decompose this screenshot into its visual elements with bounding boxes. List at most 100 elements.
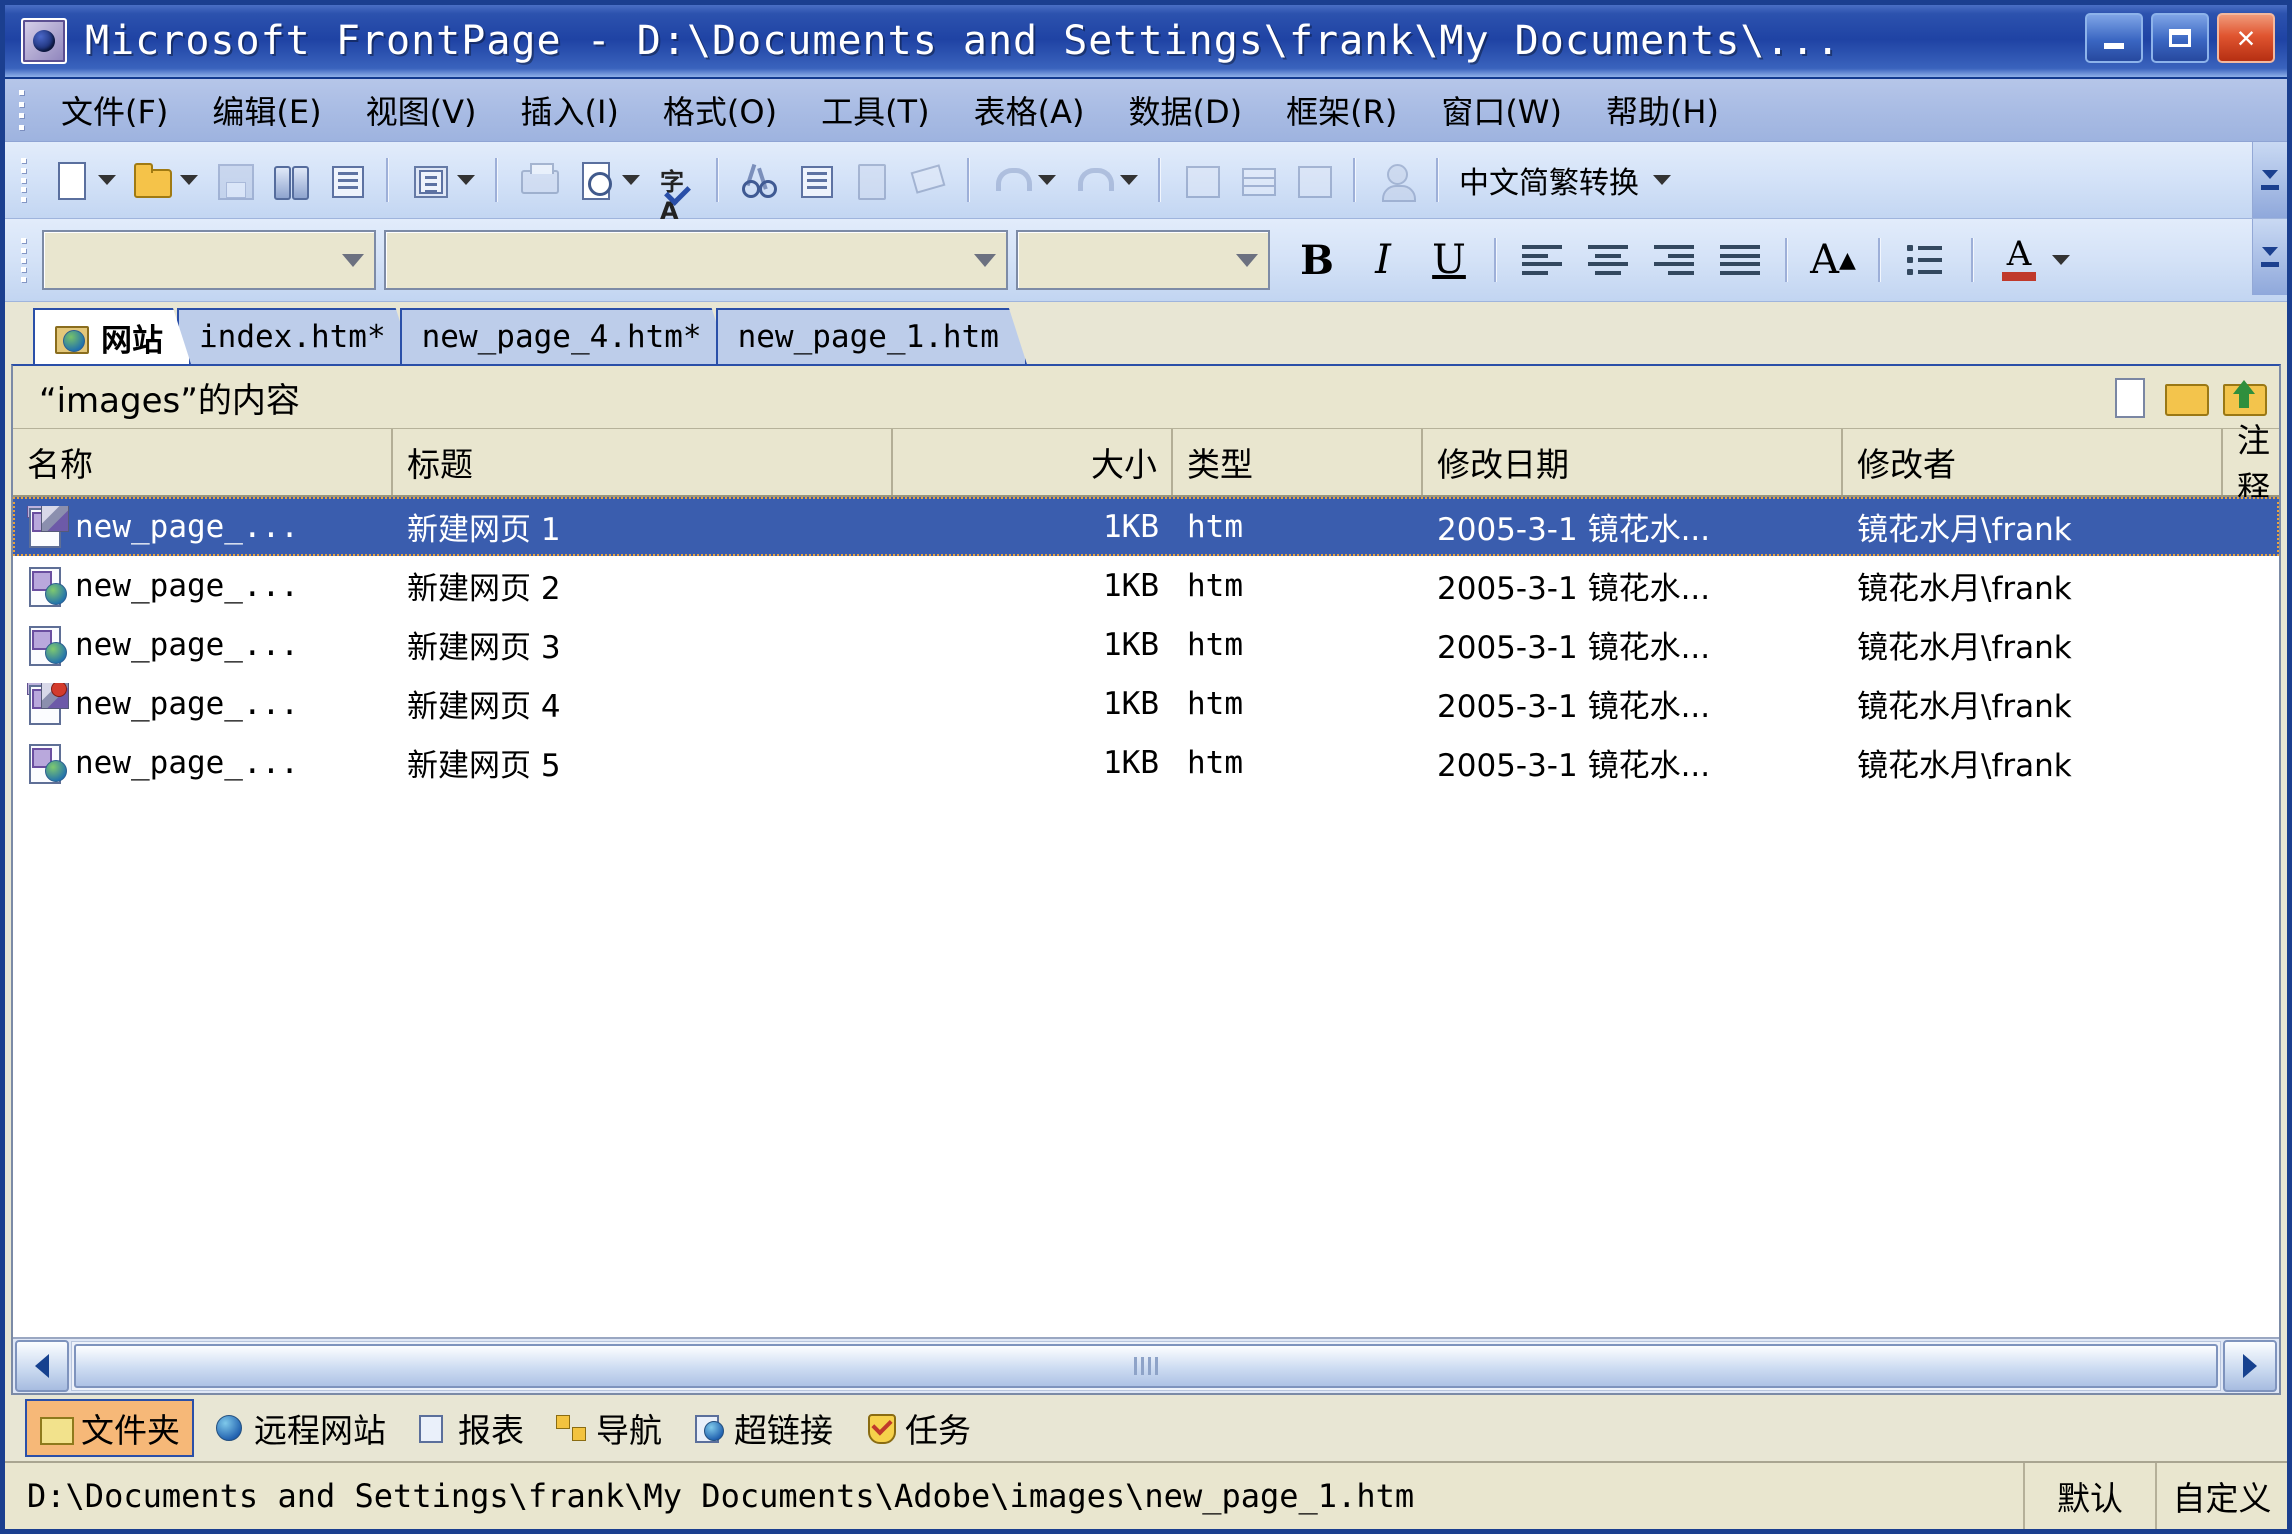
new-page-icon[interactable] [2107,378,2149,418]
menu-data[interactable]: 数据(D) [1106,83,1264,137]
format-painter-button[interactable] [901,154,953,206]
menu-insert[interactable]: 插入(I) [498,83,640,137]
table-row[interactable]: new_page_... 新建网页 5 1KB htm 2005-3-1 镜花水… [13,733,2279,792]
style-combo[interactable] [42,230,376,290]
view-tasks[interactable]: 任务 [851,1401,983,1455]
paste-button[interactable] [845,154,897,206]
table-row[interactable]: new_page_... 新建网页 2 1KB htm 2005-3-1 镜花水… [13,556,2279,615]
menu-gripper[interactable] [19,90,29,130]
font-color-dropdown-icon[interactable] [2052,255,2070,265]
view-folders[interactable]: 文件夹 [25,1399,194,1457]
horizontal-scrollbar[interactable] [13,1337,2279,1393]
maximize-button[interactable] [2151,13,2209,63]
bold-button[interactable]: B [1284,231,1350,289]
view-remote-web-site[interactable]: 远程网站 [200,1401,398,1455]
view-reports[interactable]: 报表 [404,1401,536,1455]
cut-button[interactable] [733,154,785,206]
table-row[interactable]: new_page_... 新建网页 3 1KB htm 2005-3-1 镜花水… [13,615,2279,674]
table-row[interactable]: new_page_... 新建网页 1 1KB htm 2005-3-1 镜花水… [13,497,2279,556]
tab-new-page-1-htm[interactable]: new_page_1.htm [716,308,1027,364]
italic-button[interactable]: I [1350,231,1416,289]
minimize-button[interactable] [2085,13,2143,63]
underline-button[interactable]: U [1416,231,1482,289]
up-one-level-icon[interactable] [2223,378,2267,416]
chinese-conversion-dropdown-icon[interactable] [1653,175,1671,185]
align-left-button[interactable] [1509,231,1575,289]
font-combo[interactable] [384,230,1008,290]
toggle-pane-dropdown-icon[interactable] [457,175,475,185]
align-center-button[interactable] [1575,231,1641,289]
file-size: 1KB [1103,685,1159,722]
save-button[interactable] [208,154,260,206]
size-combo[interactable] [1016,230,1270,290]
redo-button[interactable] [1066,154,1118,206]
column-header-name[interactable]: 名称 [13,429,393,495]
preview-dropdown-icon[interactable] [622,175,640,185]
view-label: 导航 [596,1411,662,1450]
scrollbar-track[interactable] [71,1341,2221,1391]
column-header-size[interactable]: 大小 [893,429,1173,495]
redo-dropdown-icon[interactable] [1120,175,1138,185]
print-button[interactable] [512,154,564,206]
undo-dropdown-icon[interactable] [1038,175,1056,185]
align-right-button[interactable] [1641,231,1707,289]
column-header-title[interactable]: 标题 [393,429,893,495]
column-header-modified[interactable]: 修改日期 [1423,429,1843,495]
chevron-down-icon[interactable] [342,253,364,267]
toolbar-gripper[interactable] [21,158,30,202]
new-page-button[interactable] [44,154,96,206]
chinese-conversion-label[interactable]: 中文简繁转换 [1459,158,1639,202]
file-modifier: 镜花水月\frank [1857,571,2072,607]
scrollbar-thumb[interactable] [74,1344,2218,1388]
menu-format[interactable]: 格式(O) [641,83,799,137]
open-file-dropdown-icon[interactable] [180,175,198,185]
view-navigation[interactable]: 导航 [542,1401,674,1455]
file-title: 新建网页 3 [407,630,561,666]
formatting-toolbar-gripper[interactable] [21,238,30,282]
chevron-down-icon[interactable] [974,253,996,267]
new-folder-icon[interactable] [2165,378,2209,416]
menu-help[interactable]: 帮助(H) [1584,83,1741,137]
increase-font-size-button[interactable]: A ▲ [1800,231,1866,289]
column-header-modifier[interactable]: 修改者 [1843,429,2223,495]
scroll-right-button[interactable] [2223,1340,2277,1392]
menu-table[interactable]: 表格(A) [952,83,1107,137]
justify-button[interactable] [1707,231,1773,289]
menu-window[interactable]: 窗口(W) [1419,83,1584,137]
menu-edit[interactable]: 编辑(E) [190,83,343,137]
menu-tools[interactable]: 工具(T) [799,83,952,137]
spelling-check-button[interactable]: 字A [650,154,702,225]
scroll-left-button[interactable] [15,1340,69,1392]
preview-in-browser-button[interactable] [568,154,620,206]
formatting-toolbar-options-button[interactable] [2252,219,2287,295]
tab-new-page-4-htm[interactable]: new_page_4.htm* [400,308,730,364]
copy-button[interactable] [789,154,841,206]
remote-web-site-icon [212,1411,246,1445]
tab-index-htm[interactable]: index.htm* [177,308,414,364]
view-hyperlinks[interactable]: 超链接 [680,1401,845,1455]
table-row[interactable]: new_page_... 新建网页 4 1KB htm 2005-3-1 镜花水… [13,674,2279,733]
chevron-down-icon[interactable] [1236,253,1258,267]
insert-picture-button[interactable] [1287,154,1339,206]
toggle-pane-button[interactable] [403,154,455,206]
toolbar-options-button[interactable] [2252,142,2287,218]
menu-file[interactable]: 文件(F) [39,83,190,137]
search-button[interactable] [264,154,316,206]
hyperlink-button[interactable] [1370,154,1422,206]
new-page-dropdown-icon[interactable] [98,175,116,185]
status-custom[interactable]: 自定义 [2155,1463,2287,1529]
status-default[interactable]: 默认 [2023,1463,2155,1529]
font-color-button[interactable]: A [1986,231,2052,289]
close-button[interactable]: ✕ [2217,13,2275,63]
bullets-button[interactable] [1893,231,1959,289]
open-file-button[interactable] [126,154,178,206]
menu-view[interactable]: 视图(V) [344,83,499,137]
column-header-comment[interactable]: 注释 [2223,421,2284,508]
publish-site-button[interactable] [320,154,372,206]
menu-frames[interactable]: 框架(R) [1264,83,1419,137]
tab-web-site[interactable]: 网站 [33,308,191,364]
undo-button[interactable] [984,154,1036,206]
web-component-button[interactable] [1175,154,1227,206]
insert-table-button[interactable] [1231,154,1283,206]
column-header-type[interactable]: 类型 [1173,429,1423,495]
